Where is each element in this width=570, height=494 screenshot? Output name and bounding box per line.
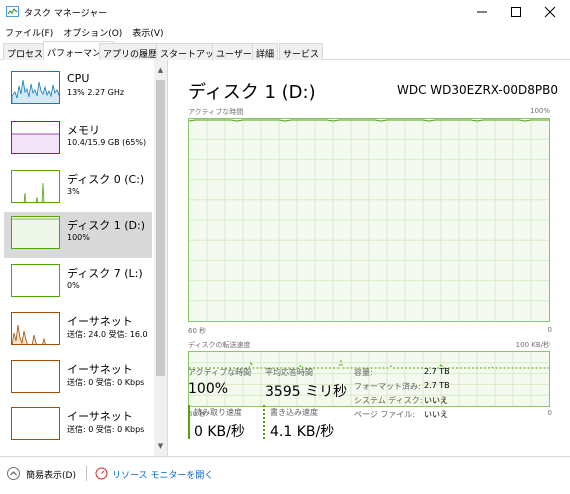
- capacity-label: 容量:: [354, 368, 373, 377]
- title-bar: タスク マネージャー: [0, 0, 570, 24]
- write-speed-indicator: [263, 405, 265, 439]
- sidebar-item-label: ディスク 1 (D:): [67, 219, 145, 232]
- minimize-button[interactable]: [465, 0, 499, 24]
- tab-services[interactable]: サービス: [279, 43, 324, 60]
- tab-app-history[interactable]: アプリの履歴: [99, 43, 162, 60]
- resource-sidebar: CPU 13% 2.27 GHz メモリ 10.4/15.9 GB (65%) …: [0, 60, 168, 456]
- sidebar-item-disk-1[interactable]: ディスク 1 (D:) 100%: [4, 212, 152, 258]
- avg-response-label: 平均応答時間: [265, 368, 313, 377]
- system-disk-label: システム ディスク:: [354, 396, 423, 405]
- task-manager-icon: [6, 6, 19, 17]
- scrollbar-thumb[interactable]: [156, 80, 165, 376]
- footer-bar: 簡易表示(D) リソース モニターを開く: [0, 456, 570, 494]
- sidebar-item-value: 送信: 24.0 受信: 16.0: [67, 330, 148, 339]
- sidebar-item-value: 送信: 0 受信: 0 Kbps: [67, 378, 145, 387]
- formatted-value: 2.7 TB: [424, 381, 450, 390]
- sidebar-item-label: ディスク 0 (C:): [67, 173, 145, 186]
- sidebar-item-ethernet-3[interactable]: イーサネット 送信: 0 受信: 0 Kbps: [4, 403, 152, 449]
- tab-processes[interactable]: プロセス: [3, 43, 48, 60]
- active-time-graph-label: アクティブな時間: [188, 108, 244, 116]
- active-time-value: 100%: [188, 381, 229, 397]
- window-title: タスク マネージャー: [24, 9, 108, 19]
- disk-0-thumbnail-graph: [11, 170, 60, 203]
- transfer-rate-graph-label: ディスクの転送速度: [188, 341, 251, 349]
- page-title: ディスク 1 (D:): [188, 82, 316, 103]
- sidebar-item-label: イーサネット: [67, 315, 133, 328]
- sidebar-item-value: 13% 2.27 GHz: [67, 88, 125, 97]
- ethernet-2-thumbnail-graph: [11, 360, 60, 393]
- read-speed-label: 読み取り速度: [194, 408, 242, 417]
- sidebar-item-ethernet-1[interactable]: イーサネット 送信: 24.0 受信: 16.0: [4, 308, 152, 354]
- active-time-label: アクティブな時間: [188, 368, 252, 377]
- transfer-rate-graph-max: 100 KB/秒: [515, 341, 550, 349]
- sidebar-item-label: イーサネット: [67, 363, 133, 376]
- sidebar-item-ethernet-2[interactable]: イーサネット 送信: 0 受信: 0 Kbps: [4, 356, 152, 402]
- cpu-thumbnail-graph: [11, 71, 60, 104]
- footer-separator: [86, 466, 87, 481]
- page-file-label: ページ ファイル:: [354, 410, 416, 419]
- menu-view[interactable]: 表示(V): [127, 24, 168, 41]
- menu-file[interactable]: ファイル(F): [0, 24, 58, 41]
- sidebar-item-label: ディスク 7 (L:): [67, 267, 143, 280]
- device-model: WDC WD30EZRX-00D8PB0: [396, 83, 558, 97]
- transfer-rate-graph-min: 0: [547, 409, 552, 417]
- ethernet-3-thumbnail-graph: [11, 407, 60, 440]
- sidebar-item-label: イーサネット: [67, 410, 133, 423]
- memory-thumbnail-graph: [11, 121, 60, 154]
- sidebar-item-value: 0%: [67, 281, 80, 290]
- scroll-down-icon[interactable]: ▼: [156, 442, 165, 451]
- sidebar-item-disk-7[interactable]: ディスク 7 (L:) 0%: [4, 260, 152, 306]
- minimize-icon: [477, 11, 487, 13]
- fewer-details-button[interactable]: [7, 467, 20, 480]
- menu-options[interactable]: オプション(O): [58, 24, 127, 41]
- avg-response-value: 3595 ミリ秒: [265, 384, 348, 400]
- sidebar-item-value: 100%: [67, 233, 90, 242]
- sidebar-item-label: メモリ: [67, 124, 100, 137]
- read-speed-indicator: [188, 405, 190, 439]
- active-time-graph-min: 0: [547, 326, 552, 334]
- tab-details[interactable]: 詳細: [252, 43, 279, 60]
- sidebar-item-value: 送信: 0 受信: 0 Kbps: [67, 425, 145, 434]
- disk-7-thumbnail-graph: [11, 264, 60, 297]
- disk-1-thumbnail-graph: [11, 216, 60, 249]
- close-icon: [544, 6, 556, 18]
- sidebar-item-disk-0[interactable]: ディスク 0 (C:) 3%: [4, 166, 152, 212]
- system-disk-value: いいえ: [424, 396, 448, 405]
- write-speed-label: 書き込み速度: [270, 408, 318, 417]
- scroll-up-icon[interactable]: ▲: [156, 66, 165, 75]
- sidebar-item-value: 10.4/15.9 GB (65%): [67, 138, 147, 147]
- tab-users[interactable]: ユーザー: [212, 43, 256, 60]
- sidebar-scrollbar[interactable]: ▲ ▼: [154, 60, 167, 456]
- open-resource-monitor-link[interactable]: リソース モニターを開く: [112, 468, 213, 481]
- maximize-icon: [511, 7, 521, 17]
- tab-bar: プロセス パフォーマンス アプリの履歴 スタートアップ ユーザー 詳細 サービス: [0, 41, 570, 61]
- sidebar-item-cpu[interactable]: CPU 13% 2.27 GHz: [4, 67, 152, 113]
- read-speed-value: 0 KB/秒: [194, 424, 245, 440]
- chevron-up-icon: [10, 471, 17, 476]
- sidebar-item-value: 3%: [67, 187, 80, 196]
- write-speed-value: 4.1 KB/秒: [270, 424, 335, 440]
- sidebar-item-memory[interactable]: メモリ 10.4/15.9 GB (65%): [4, 117, 152, 163]
- close-button[interactable]: [533, 0, 567, 24]
- ethernet-1-thumbnail-graph: [11, 312, 60, 345]
- fewer-details-link[interactable]: 簡易表示(D): [26, 468, 76, 481]
- capacity-value: 2.7 TB: [424, 367, 450, 376]
- formatted-label: フォーマット済み:: [354, 382, 421, 391]
- sidebar-item-label: CPU: [67, 72, 90, 85]
- resource-monitor-icon: [95, 467, 108, 480]
- menu-bar: ファイル(F) オプション(O) 表示(V): [0, 24, 570, 41]
- active-time-graph: [188, 118, 550, 322]
- active-time-graph-max: 100%: [529, 107, 550, 115]
- active-time-graph-timespan: 60 秒: [188, 327, 207, 335]
- page-file-value: いいえ: [424, 410, 448, 419]
- maximize-button[interactable]: [499, 0, 533, 24]
